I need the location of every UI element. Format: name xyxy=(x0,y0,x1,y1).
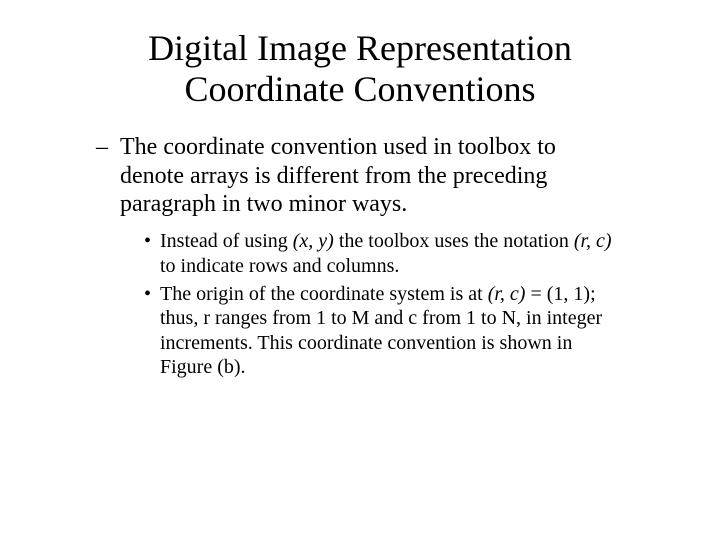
sub1-part-b: the toolbox uses the notation xyxy=(334,230,574,252)
subpoint-2: The origin of the coordinate system is a… xyxy=(144,282,624,380)
subpoints: Instead of using (x, y) the toolbox uses… xyxy=(96,229,624,379)
title-line-1: Digital Image Representation xyxy=(148,28,572,68)
sub1-italic-rc: (r, c) xyxy=(574,230,612,252)
sub1-italic-xy: (x, y) xyxy=(293,230,334,252)
sub2-part-a: The origin of the coordinate system is a… xyxy=(160,283,488,305)
slide-body: The coordinate convention used in toolbo… xyxy=(0,133,720,380)
bullet-main: The coordinate convention used in toolbo… xyxy=(96,133,624,219)
sub1-part-c: to indicate rows and columns. xyxy=(160,255,399,277)
sub2-italic-rc: (r, c) xyxy=(488,283,526,305)
bullet-main-text: The coordinate convention used in toolbo… xyxy=(120,134,556,218)
title-line-2: Coordinate Conventions xyxy=(185,69,536,109)
subpoint-1: Instead of using (x, y) the toolbox uses… xyxy=(144,229,624,278)
slide: Digital Image Representation Coordinate … xyxy=(0,0,720,540)
slide-title: Digital Image Representation Coordinate … xyxy=(0,28,720,111)
sub1-part-a: Instead of using xyxy=(160,230,293,252)
